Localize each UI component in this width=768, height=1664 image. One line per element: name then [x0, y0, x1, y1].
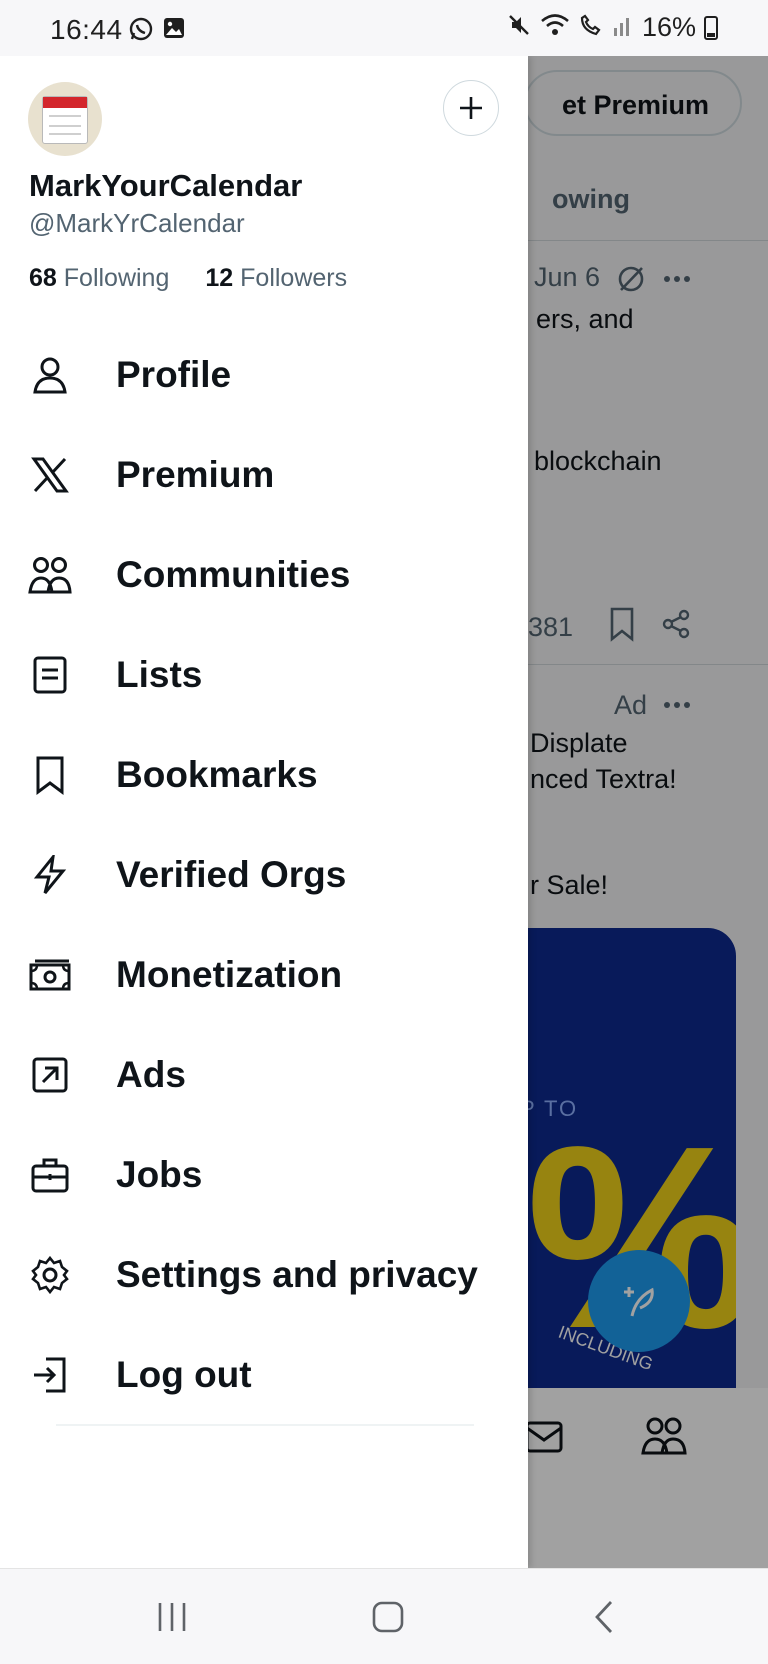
menu-item-label: Lists — [116, 654, 203, 695]
menu-item-label: Premium — [116, 454, 275, 495]
following-link[interactable]: 68 Following — [29, 264, 169, 293]
recent-apps-button[interactable] — [142, 1593, 202, 1641]
status-time: 16:44 — [50, 14, 123, 45]
menu-item-monetization[interactable]: Monetization — [0, 930, 528, 1020]
follow-stats: 68 Following 12 Followers — [29, 264, 347, 293]
status-bar: 16:44 16% — [0, 0, 768, 56]
battery-percentage: 16% — [641, 12, 696, 42]
followers-link[interactable]: 12 Followers — [205, 264, 347, 293]
add-account-button[interactable] — [443, 80, 499, 136]
money-icon — [28, 953, 72, 997]
menu-item-communities[interactable]: Communities — [0, 530, 528, 620]
x-logo-icon — [28, 453, 72, 497]
plus-icon — [460, 97, 482, 119]
system-navigation-bar — [0, 1568, 768, 1664]
signal-icon — [612, 12, 634, 43]
back-icon — [595, 1601, 613, 1633]
menu-item-label: Communities — [116, 554, 351, 595]
battery-icon — [704, 15, 718, 40]
menu-item-profile[interactable]: Profile — [0, 330, 528, 420]
lightning-icon — [28, 853, 72, 897]
wifi-call-icon — [578, 12, 604, 43]
menu-item-label: Monetization — [116, 954, 343, 995]
logout-icon — [28, 1353, 72, 1397]
bookmark-icon — [28, 753, 72, 797]
menu-item-label: Verified Orgs — [116, 854, 347, 895]
menu-item-settings-and-privacy[interactable]: Settings and privacy — [0, 1230, 528, 1320]
whatsapp-icon — [128, 16, 154, 47]
wifi-icon — [540, 12, 570, 43]
gallery-icon — [162, 16, 186, 47]
menu-item-premium[interactable]: Premium — [0, 430, 528, 520]
user-handle: @MarkYrCalendar — [29, 208, 245, 238]
drawer-scrim[interactable] — [520, 56, 768, 1568]
home-icon — [372, 1601, 404, 1633]
arrow-out-icon — [28, 1053, 72, 1097]
back-button[interactable] — [574, 1593, 634, 1641]
list-icon — [28, 653, 72, 697]
menu-item-label: Profile — [116, 354, 232, 395]
avatar[interactable] — [28, 82, 102, 156]
menu-item-verified-orgs[interactable]: Verified Orgs — [0, 830, 528, 920]
navigation-drawer: MarkYourCalendar @MarkYrCalendar 68 Foll… — [0, 56, 528, 1568]
timeline-background: et Premium owing Jun 6 ers, and blockcha… — [520, 56, 768, 1568]
menu-item-label: Settings and privacy — [116, 1254, 478, 1295]
menu-item-label: Log out — [116, 1354, 252, 1395]
recents-icon — [158, 1603, 186, 1631]
communities-icon — [28, 553, 72, 597]
menu-item-label: Ads — [116, 1054, 186, 1095]
menu-item-label: Bookmarks — [116, 754, 318, 795]
home-button[interactable] — [358, 1593, 418, 1641]
calendar-avatar-image — [42, 96, 88, 144]
briefcase-icon — [28, 1153, 72, 1197]
menu-item-label: Jobs — [116, 1154, 203, 1195]
menu-item-ads[interactable]: Ads — [0, 1030, 528, 1120]
menu-item-log-out[interactable]: Log out — [0, 1330, 528, 1420]
gear-icon — [28, 1253, 72, 1297]
mute-icon — [506, 12, 532, 43]
menu-item-lists[interactable]: Lists — [0, 630, 528, 720]
menu-item-jobs[interactable]: Jobs — [0, 1130, 528, 1220]
divider — [56, 1424, 474, 1426]
person-icon — [28, 353, 72, 397]
display-name[interactable]: MarkYourCalendar — [29, 168, 302, 204]
menu-item-bookmarks[interactable]: Bookmarks — [0, 730, 528, 820]
